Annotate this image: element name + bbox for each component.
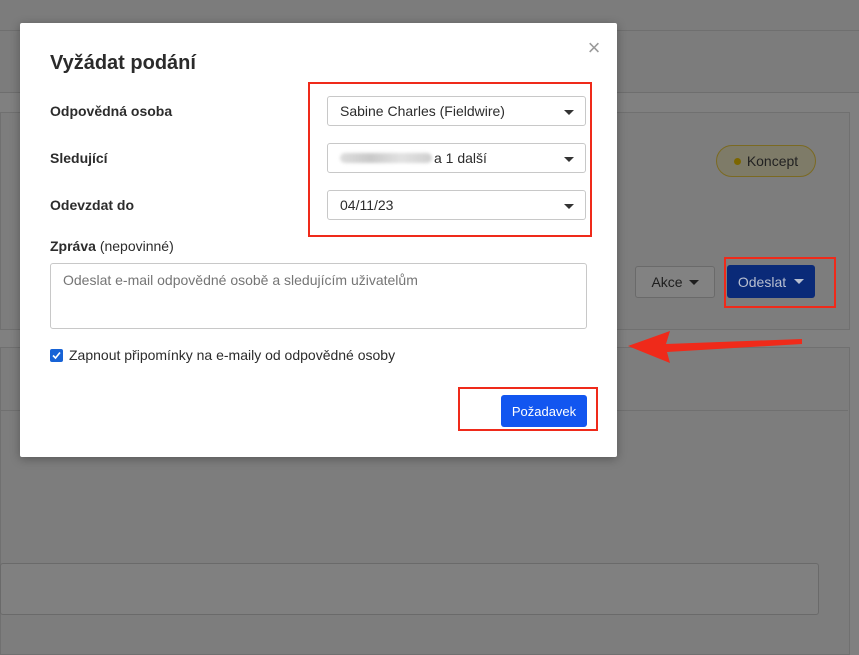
background-text-box	[0, 563, 819, 615]
actions-button-label: Akce	[651, 274, 683, 290]
message-label-main: Zpráva	[50, 238, 96, 254]
status-dot-icon	[733, 157, 741, 165]
due-date-label: Odevzdat do	[50, 197, 135, 213]
close-icon[interactable]: ×	[585, 37, 603, 59]
annotation-arrow	[628, 331, 802, 363]
message-label: Zpráva (nepovinné)	[50, 238, 174, 254]
checkmark-icon	[52, 351, 61, 359]
responsible-person-label: Odpovědná osoba	[50, 103, 173, 119]
modal-title: Vyžádat podání	[50, 52, 196, 74]
message-label-optional: (nepovinné)	[99, 238, 174, 254]
reminder-row: Zapnout připomínky na e-maily od odpověd…	[50, 347, 395, 363]
caret-down-icon	[688, 279, 699, 285]
followers-label: Sledující	[50, 150, 108, 166]
status-badge: Koncept	[716, 145, 816, 177]
reminder-checkbox[interactable]	[50, 348, 63, 362]
reminder-label: Zapnout připomínky na e-maily od odpověd…	[69, 347, 396, 363]
highlight-box-fields	[308, 82, 592, 237]
highlight-box-request	[458, 387, 598, 431]
actions-button[interactable]: Akce	[635, 266, 715, 298]
message-input[interactable]	[50, 263, 587, 329]
status-badge-label: Koncept	[746, 153, 799, 169]
highlight-box-send	[724, 257, 836, 308]
